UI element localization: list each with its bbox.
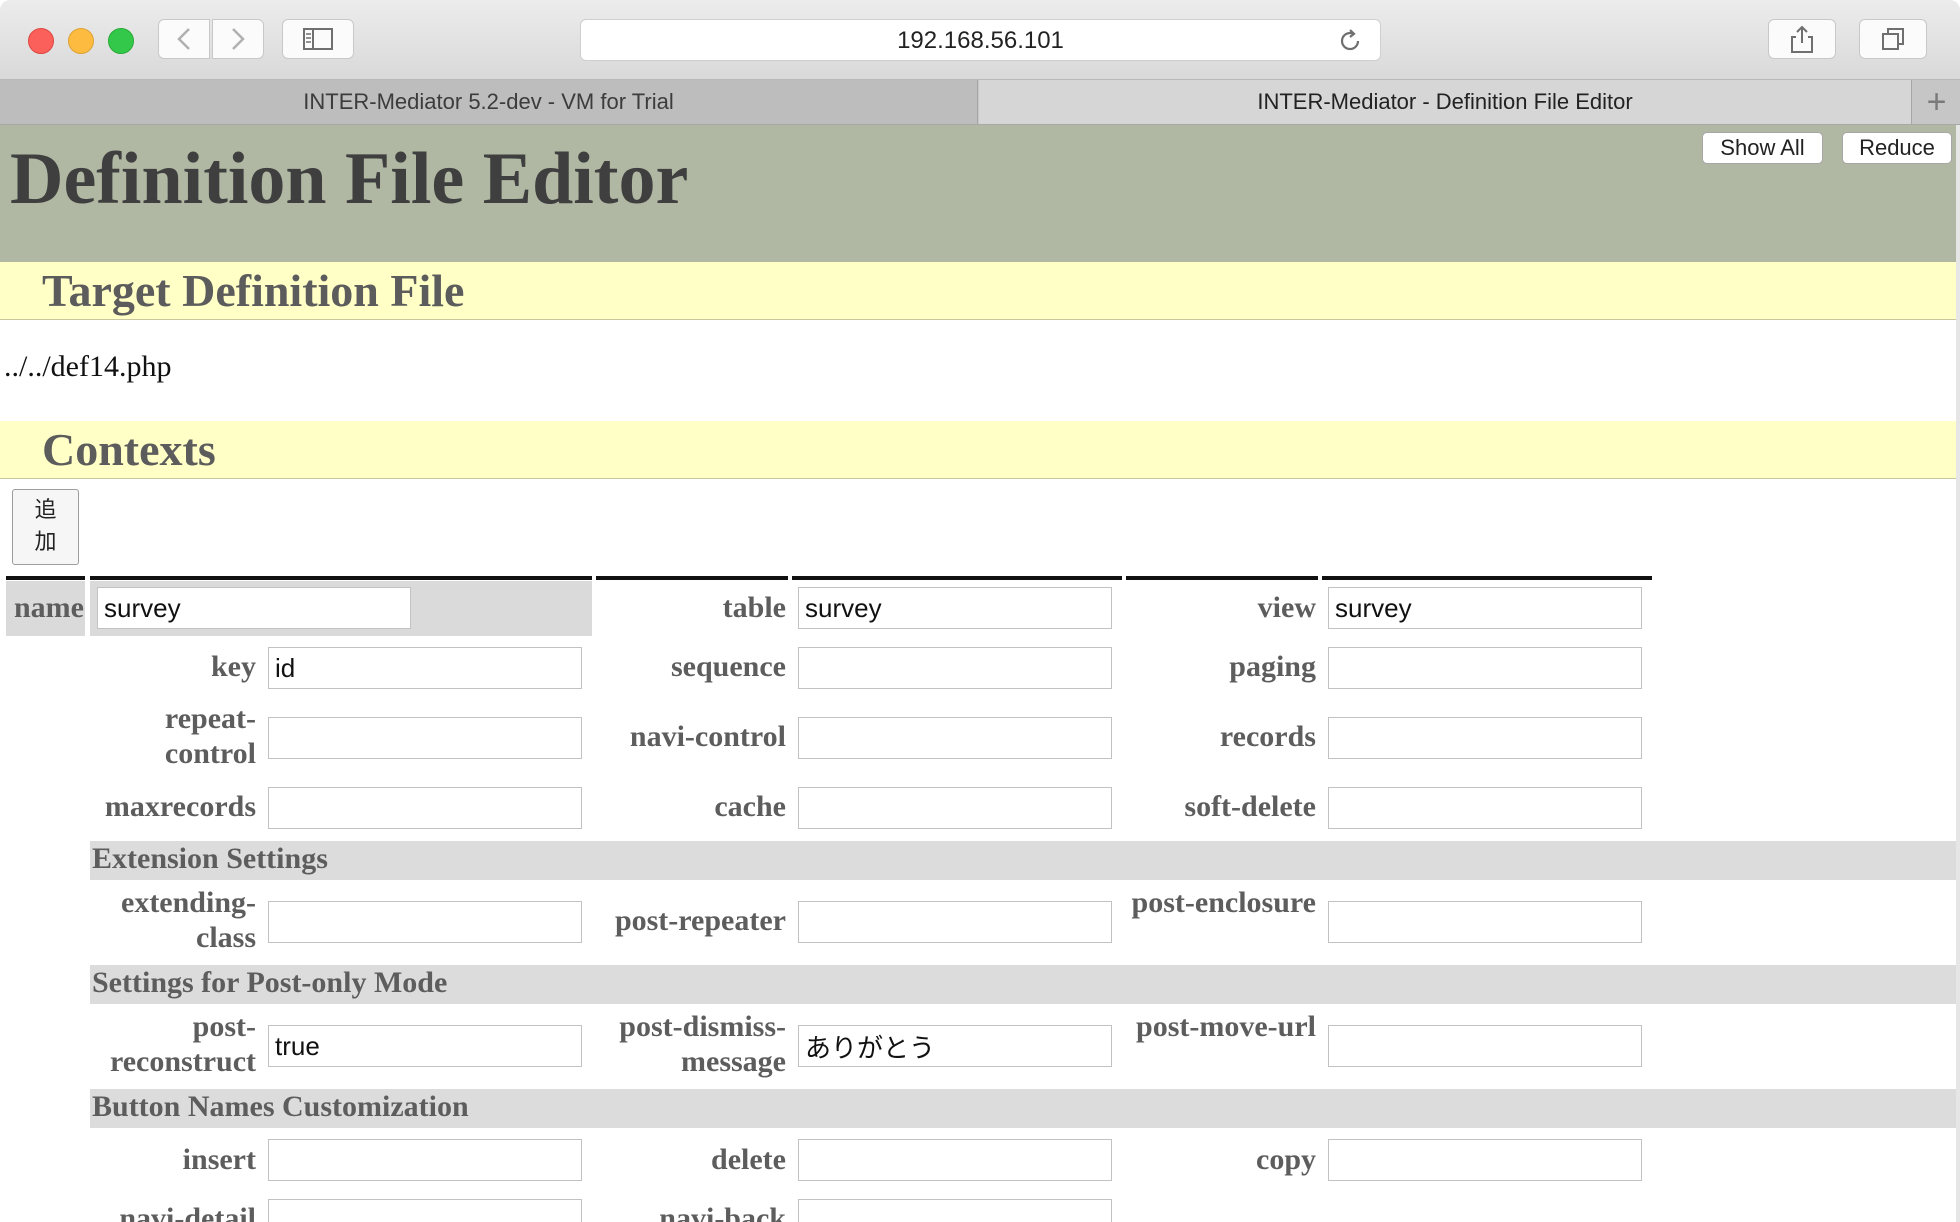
view-label: view <box>1257 591 1316 624</box>
extension-settings-heading: Extension Settings <box>92 842 328 875</box>
post-repeater-input[interactable] <box>798 901 1112 943</box>
navi-back-label: navi-back <box>659 1202 786 1222</box>
window-edge <box>1956 125 1960 1222</box>
browser-window: 192.168.56.101 INTER-Mediator 5.2-dev - … <box>0 0 1960 1222</box>
divider <box>90 576 592 580</box>
repeat-control-input[interactable] <box>268 717 582 759</box>
navi-detail-input[interactable] <box>268 1199 582 1222</box>
divider <box>1126 576 1318 580</box>
url-text: 192.168.56.101 <box>897 27 1064 54</box>
key-label: key <box>211 650 256 683</box>
navi-back-input[interactable] <box>798 1199 1112 1222</box>
close-window-button[interactable] <box>28 28 54 54</box>
extending-class-label: extending-class <box>121 886 256 954</box>
share-icon <box>1791 25 1813 53</box>
records-input[interactable] <box>1328 717 1642 759</box>
post-enclosure-label: post-enclosure <box>1131 886 1316 919</box>
navi-control-label: navi-control <box>629 720 786 753</box>
soft-delete-label: soft-delete <box>1184 790 1316 823</box>
soft-delete-input[interactable] <box>1328 787 1642 829</box>
target-file-path: ../../def14.php <box>4 350 172 383</box>
tabs-overview-icon <box>1882 28 1904 50</box>
reload-icon[interactable] <box>1336 27 1364 55</box>
browser-toolbar: 192.168.56.101 <box>0 0 1960 80</box>
show-all-button[interactable]: Show All <box>1702 132 1823 164</box>
contexts-heading: Contexts <box>42 424 216 475</box>
share-button[interactable] <box>1768 19 1836 59</box>
navi-detail-label: navi-detail <box>119 1202 256 1222</box>
page-content: Definition File Editor Show All Reduce T… <box>0 125 1960 1222</box>
name-label: name <box>14 591 84 624</box>
paging-input[interactable] <box>1328 647 1642 689</box>
table-input[interactable] <box>798 587 1112 629</box>
sidebar-icon <box>303 28 333 50</box>
minimize-window-button[interactable] <box>68 28 94 54</box>
post-repeater-label: post-repeater <box>614 904 786 937</box>
chevron-left-icon <box>177 28 190 50</box>
insert-input[interactable] <box>268 1139 582 1181</box>
divider <box>792 576 1122 580</box>
divider <box>1322 576 1652 580</box>
repeat-control-label: repeat-control <box>164 702 256 770</box>
button-names-heading: Button Names Customization <box>92 1090 469 1123</box>
tabs-overview-button[interactable] <box>1859 19 1927 59</box>
post-dismiss-message-input[interactable] <box>798 1025 1112 1067</box>
divider <box>596 576 788 580</box>
tab-vm-for-trial[interactable]: INTER-Mediator 5.2-dev - VM for Trial <box>0 80 978 124</box>
post-move-url-label: post-move-url <box>1136 1010 1316 1043</box>
target-definition-heading: Target Definition File <box>42 265 465 316</box>
navi-control-input[interactable] <box>798 717 1112 759</box>
new-tab-button[interactable]: + <box>1911 80 1960 124</box>
zoom-window-button[interactable] <box>108 28 134 54</box>
post-only-band: Settings for Post-only Mode <box>90 965 1960 1004</box>
tab-definition-file-editor[interactable]: INTER-Mediator - Definition File Editor <box>979 80 1911 124</box>
post-only-heading: Settings for Post-only Mode <box>92 966 448 999</box>
sequence-label: sequence <box>671 650 786 683</box>
post-move-url-input[interactable] <box>1328 1025 1642 1067</box>
name-input[interactable] <box>97 587 411 629</box>
insert-label: insert <box>182 1143 256 1176</box>
divider <box>6 576 85 580</box>
address-bar[interactable]: 192.168.56.101 <box>580 19 1381 61</box>
post-reconstruct-label: post-reconstruct <box>109 1010 256 1078</box>
post-enclosure-input[interactable] <box>1328 901 1642 943</box>
copy-input[interactable] <box>1328 1139 1642 1181</box>
contexts-section: Contexts <box>0 421 1960 479</box>
add-context-label: 追加 <box>34 497 57 554</box>
target-definition-section: Target Definition File <box>0 262 1960 320</box>
page-header: Definition File Editor Show All Reduce <box>0 125 1960 262</box>
sidebar-button[interactable] <box>282 19 354 59</box>
maxrecords-label: maxrecords <box>104 790 256 823</box>
page-title: Definition File Editor <box>10 138 689 220</box>
cache-input[interactable] <box>798 787 1112 829</box>
key-input[interactable] <box>268 647 582 689</box>
tab-bar: INTER-Mediator 5.2-dev - VM for Trial IN… <box>0 80 1960 125</box>
back-button[interactable] <box>158 19 210 59</box>
chevron-right-icon <box>232 28 245 50</box>
paging-label: paging <box>1229 650 1316 683</box>
copy-label: copy <box>1256 1143 1316 1176</box>
sequence-input[interactable] <box>798 647 1112 689</box>
extension-settings-band: Extension Settings <box>90 841 1960 880</box>
cache-label: cache <box>714 790 786 823</box>
button-names-band: Button Names Customization <box>90 1089 1960 1128</box>
table-label: table <box>722 591 786 624</box>
maxrecords-input[interactable] <box>268 787 582 829</box>
records-label: records <box>1219 720 1316 753</box>
delete-input[interactable] <box>798 1139 1112 1181</box>
extending-class-input[interactable] <box>268 901 582 943</box>
post-reconstruct-input[interactable] <box>268 1025 582 1067</box>
post-dismiss-message-label: post-dismiss-message <box>619 1010 786 1078</box>
delete-label: delete <box>711 1143 786 1176</box>
add-context-button[interactable]: 追加 <box>12 489 79 565</box>
forward-button[interactable] <box>212 19 264 59</box>
reduce-button[interactable]: Reduce <box>1842 132 1952 164</box>
view-input[interactable] <box>1328 587 1642 629</box>
